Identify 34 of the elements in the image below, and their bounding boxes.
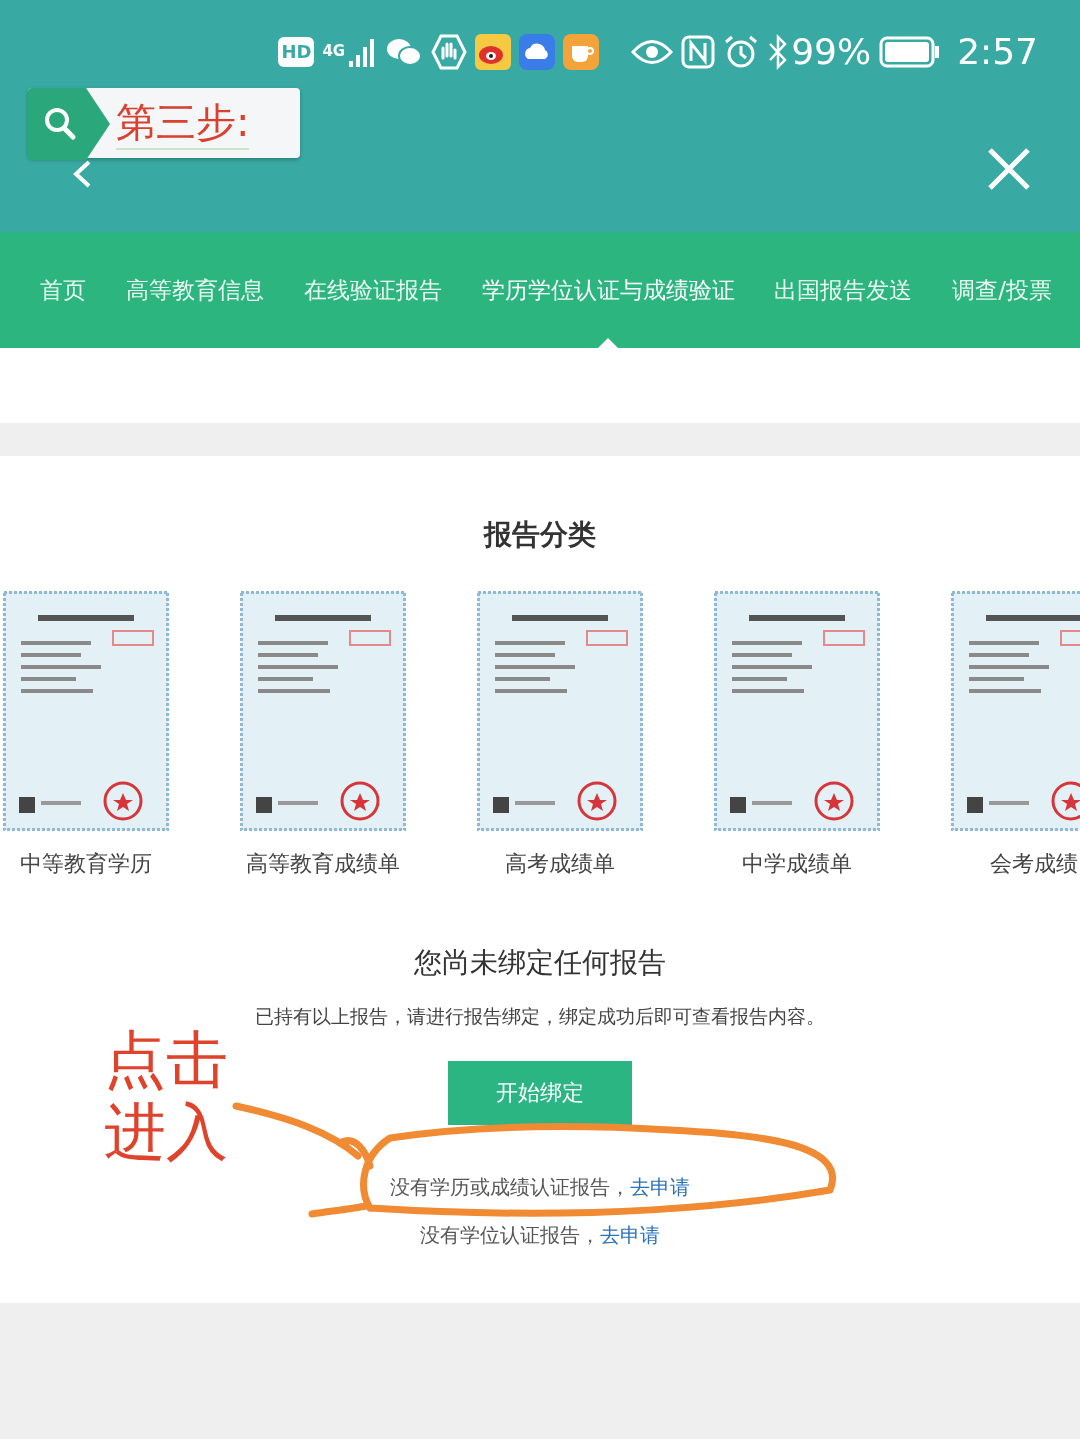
annotation-note: 进入: [104, 1096, 228, 1168]
apply-link[interactable]: 去申请: [630, 1174, 690, 1199]
cup-icon: [563, 34, 600, 70]
link-sentence: 没有学历或成绩认证报告，: [390, 1174, 630, 1199]
eye-app-icon: [475, 34, 512, 70]
apply-link[interactable]: 去申请: [600, 1222, 660, 1247]
report-label: 高考成绩单: [504, 850, 615, 878]
empty-title: 您尚未绑定任何报告: [413, 945, 667, 981]
network-label: 4G: [322, 41, 346, 62]
cloud-icon: [519, 34, 556, 70]
alarm-icon: [723, 34, 760, 70]
eye-icon: [631, 37, 674, 67]
link-sentence: 没有学位认证报告，: [420, 1222, 600, 1247]
nav-tab[interactable]: 首页: [40, 232, 86, 348]
nfc-icon: [681, 35, 716, 69]
report-label: 中等教育学历: [19, 850, 152, 878]
nav-tab[interactable]: 出国报告发送: [774, 232, 913, 348]
report-label: 中学成绩单: [741, 850, 852, 878]
section-title: 报告分类: [482, 517, 597, 553]
step-label: 第三步:: [116, 96, 250, 150]
battery-icon: [879, 36, 942, 68]
close-icon[interactable]: [986, 146, 1032, 192]
hand-icon: [431, 34, 468, 70]
annotation-note: 点击: [104, 1024, 228, 1096]
nav-tab[interactable]: 在线验证报告: [303, 232, 442, 348]
report-label: 高等教育成绩单: [245, 850, 400, 878]
empty-description: 已持有以上报告，请进行报告绑定，绑定成功后即可查看报告内容。: [254, 1004, 826, 1029]
nav-tab[interactable]: 调查/投票: [952, 232, 1052, 348]
hd-badge: HD: [278, 37, 315, 67]
clock-time: 2:57: [957, 30, 1038, 74]
nav-tab[interactable]: 高等教育信息: [125, 232, 264, 348]
battery-percent: 99%: [791, 30, 872, 74]
report-label: 会考成绩: [989, 850, 1078, 878]
bind-button[interactable]: 开始绑定: [448, 1060, 632, 1125]
